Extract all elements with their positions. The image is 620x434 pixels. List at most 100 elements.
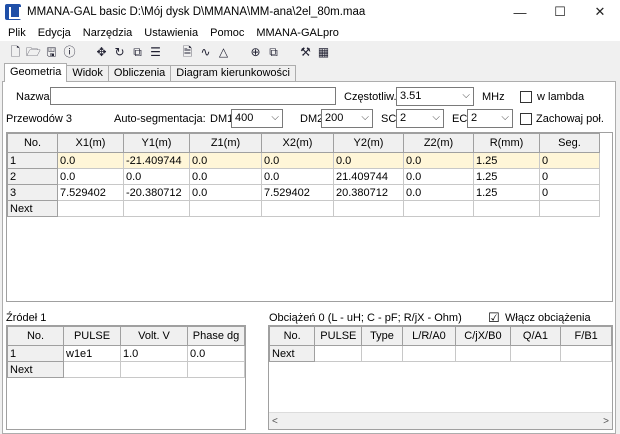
table-cell[interactable]: -21.409744 (123, 152, 190, 169)
table-row[interactable]: 1 w1e1 1.0 0.0 (7, 345, 245, 362)
tab-obliczenia[interactable]: Obliczenia (107, 65, 172, 82)
table-cell[interactable]: 20.380712 (333, 184, 404, 201)
menu-narzedzia[interactable]: Narzędzia (78, 27, 140, 39)
col-header-seg[interactable]: Seg. (539, 133, 600, 153)
col-header-pulse[interactable]: PULSE (314, 326, 363, 346)
menu-edycja[interactable]: Edycja (33, 27, 78, 39)
table-cell[interactable] (509, 345, 562, 362)
table-cell[interactable]: 0.0 (57, 152, 124, 169)
col-header-x1[interactable]: X1(m) (57, 133, 124, 153)
table-cell[interactable]: 0.0 (123, 168, 190, 185)
menu-pomoc[interactable]: Pomoc (205, 27, 251, 39)
tab-diagram[interactable]: Diagram kierunkowości (170, 65, 296, 82)
table-cell[interactable]: 0.0 (403, 184, 474, 201)
col-header-phase[interactable]: Phase dg (187, 326, 245, 346)
minimize-button[interactable]: — (500, 0, 540, 24)
edit-icon[interactable]: ⧉ (130, 45, 145, 60)
next-row-label[interactable]: Next (7, 361, 64, 378)
next-row-label[interactable]: Next (269, 345, 316, 362)
table-cell[interactable]: 1.25 (473, 152, 540, 169)
table-cell[interactable] (539, 200, 600, 217)
col-header-type[interactable]: Type (361, 326, 403, 346)
table-cell[interactable]: 1.25 (473, 184, 540, 201)
close-button[interactable]: ✕ (580, 0, 620, 24)
loads-horizontal-scrollbar[interactable]: < > (269, 412, 612, 429)
table-cell[interactable] (314, 345, 363, 362)
name-input[interactable] (50, 87, 336, 105)
col-header-y2[interactable]: Y2(m) (333, 133, 404, 153)
table-cell[interactable]: 1.25 (473, 168, 540, 185)
table-cell[interactable]: w1e1 (63, 345, 121, 362)
table-cell[interactable] (473, 200, 540, 217)
triangle-icon[interactable]: △ (216, 45, 231, 60)
lambda-checkbox[interactable] (520, 91, 532, 103)
info-icon[interactable]: ⓘ (62, 45, 77, 60)
table-row[interactable]: 1 0.0 -21.409744 0.0 0.0 0.0 0.0 1.25 0 (7, 152, 600, 169)
col-header-fb1[interactable]: F/B1 (560, 326, 612, 346)
col-header-qa1[interactable]: Q/A1 (509, 326, 562, 346)
crosshair-icon[interactable]: ⊕ (248, 45, 263, 60)
col-header-no[interactable]: No. (7, 326, 64, 346)
table-cell[interactable]: 0.0 (189, 152, 262, 169)
table-cell[interactable]: 7.529402 (57, 184, 124, 201)
table-cell[interactable] (189, 200, 262, 217)
table-cell[interactable] (187, 361, 245, 378)
frequency-select[interactable]: 3.51 ⌵ (396, 87, 474, 106)
table-cell[interactable]: 0.0 (333, 152, 404, 169)
table-cell[interactable]: 0.0 (261, 152, 334, 169)
row-number[interactable]: 3 (7, 184, 58, 201)
col-header-z1[interactable]: Z1(m) (189, 133, 262, 153)
menu-ustawienia[interactable]: Ustawienia (139, 27, 205, 39)
wave-icon[interactable]: ∿ (198, 45, 213, 60)
col-header-pulse[interactable]: PULSE (63, 326, 121, 346)
table-cell[interactable]: 0.0 (403, 168, 474, 185)
table-cell[interactable]: 0.0 (261, 168, 334, 185)
col-header-z2[interactable]: Z2(m) (403, 133, 474, 153)
col-header-x2[interactable]: X2(m) (261, 133, 334, 153)
table-cell[interactable]: 21.409744 (333, 168, 404, 185)
table-cell[interactable] (123, 200, 190, 217)
table-cell[interactable] (403, 200, 474, 217)
move-icon[interactable]: ✥ (94, 45, 109, 60)
dm1-select[interactable]: 400 ⌵ (231, 109, 283, 128)
table-cell[interactable] (455, 345, 511, 362)
dm2-select[interactable]: 200 ⌵ (321, 109, 373, 128)
col-header-volt[interactable]: Volt. V (120, 326, 188, 346)
col-header-lra0[interactable]: L/R/A0 (401, 326, 457, 346)
table-cell[interactable]: -20.380712 (123, 184, 190, 201)
table-cell[interactable] (401, 345, 457, 362)
table-row[interactable]: 2 0.0 0.0 0.0 0.0 21.409744 0.0 1.25 0 (7, 168, 600, 185)
new-file-icon[interactable]: 🗋 (8, 45, 23, 60)
next-row-label[interactable]: Next (7, 200, 58, 217)
table-cell[interactable] (261, 200, 334, 217)
save-icon[interactable]: 🖫 (44, 45, 59, 60)
menu-plik[interactable]: Plik (3, 27, 33, 39)
table-cell[interactable]: 0.0 (187, 345, 245, 362)
table-cell[interactable]: 7.529402 (261, 184, 334, 201)
table-row[interactable]: 3 7.529402 -20.380712 0.0 7.529402 20.38… (7, 184, 600, 201)
menu-mmana-galpro[interactable]: MMANA-GALpro (251, 27, 346, 39)
ec-select[interactable]: 2 ⌵ (467, 109, 513, 128)
table-row[interactable]: Next (7, 200, 600, 217)
table-cell[interactable] (120, 361, 188, 378)
tab-widok[interactable]: Widok (66, 65, 109, 82)
table-cell[interactable] (63, 361, 121, 378)
col-header-no[interactable]: No. (269, 326, 316, 346)
calculator-icon[interactable]: ▦ (316, 45, 331, 60)
tab-geometria[interactable]: Geometria (4, 63, 68, 82)
table-cell[interactable]: 1.0 (120, 345, 188, 362)
table-cell[interactable] (333, 200, 404, 217)
table-cell[interactable]: 0.0 (189, 184, 262, 201)
table-row[interactable]: Next (269, 345, 612, 362)
row-number[interactable]: 1 (7, 152, 58, 169)
table-cell[interactable]: 0.0 (403, 152, 474, 169)
keep-connections-checkbox[interactable] (520, 113, 532, 125)
tools-icon[interactable]: ⚒ (298, 45, 313, 60)
col-header-r[interactable]: R(mm) (473, 133, 540, 153)
maximize-button[interactable]: ☐ (540, 0, 580, 24)
table-cell[interactable]: 0.0 (189, 168, 262, 185)
col-header-no[interactable]: No. (7, 133, 58, 153)
enable-loads-checkbox[interactable]: ☑ (488, 310, 500, 326)
table-cell[interactable] (560, 345, 612, 362)
view-icon[interactable]: 🗎 (180, 45, 195, 60)
